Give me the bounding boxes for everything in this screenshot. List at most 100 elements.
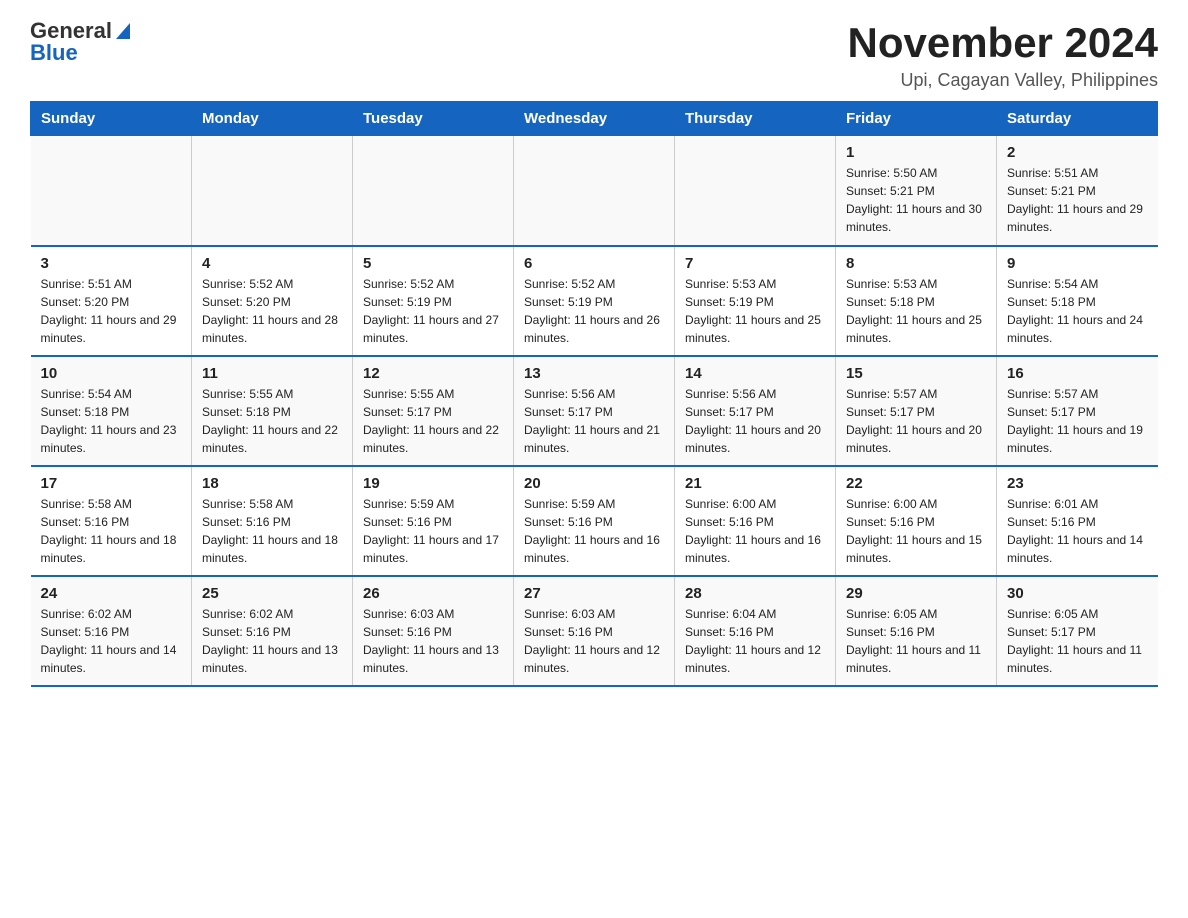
day-info: Sunrise: 5:51 AMSunset: 5:21 PMDaylight:… [1007,164,1148,236]
day-info: Sunrise: 5:54 AMSunset: 5:18 PMDaylight:… [1007,275,1148,347]
day-info: Sunrise: 5:56 AMSunset: 5:17 PMDaylight:… [524,385,664,457]
calendar-cell: 30 Sunrise: 6:05 AMSunset: 5:17 PMDayligh… [997,576,1158,686]
calendar-cell [353,136,514,246]
day-number: 30 [1007,585,1148,602]
weekday-header-wednesday: Wednesday [514,102,675,136]
day-info: Sunrise: 5:52 AMSunset: 5:19 PMDaylight:… [363,275,503,347]
day-info: Sunrise: 6:05 AMSunset: 5:17 PMDaylight:… [1007,605,1148,677]
day-number: 15 [846,365,986,382]
day-info: Sunrise: 5:56 AMSunset: 5:17 PMDaylight:… [685,385,825,457]
day-number: 16 [1007,365,1148,382]
page-subtitle: Upi, Cagayan Valley, Philippines [847,70,1158,91]
day-number: 27 [524,585,664,602]
day-number: 12 [363,365,503,382]
day-number: 19 [363,475,503,492]
day-number: 17 [41,475,182,492]
day-number: 11 [202,365,342,382]
day-info: Sunrise: 5:52 AMSunset: 5:20 PMDaylight:… [202,275,342,347]
calendar-cell: 22 Sunrise: 6:00 AMSunset: 5:16 PMDayligh… [836,466,997,576]
day-info: Sunrise: 5:58 AMSunset: 5:16 PMDaylight:… [202,495,342,567]
logo-triangle-icon [116,23,130,39]
calendar-cell: 25 Sunrise: 6:02 AMSunset: 5:16 PMDayligh… [192,576,353,686]
calendar-week-row: 17 Sunrise: 5:58 AMSunset: 5:16 PMDayligh… [31,466,1158,576]
calendar-cell: 24 Sunrise: 6:02 AMSunset: 5:16 PMDayligh… [31,576,192,686]
calendar-cell: 1 Sunrise: 5:50 AMSunset: 5:21 PMDaylight… [836,136,997,246]
day-number: 7 [685,255,825,272]
calendar-cell: 12 Sunrise: 5:55 AMSunset: 5:17 PMDayligh… [353,356,514,466]
calendar-table: SundayMondayTuesdayWednesdayThursdayFrid… [30,101,1158,687]
day-number: 28 [685,585,825,602]
day-number: 14 [685,365,825,382]
calendar-cell: 2 Sunrise: 5:51 AMSunset: 5:21 PMDaylight… [997,136,1158,246]
calendar-cell: 15 Sunrise: 5:57 AMSunset: 5:17 PMDayligh… [836,356,997,466]
calendar-cell: 13 Sunrise: 5:56 AMSunset: 5:17 PMDayligh… [514,356,675,466]
calendar-week-row: 24 Sunrise: 6:02 AMSunset: 5:16 PMDayligh… [31,576,1158,686]
page-title: November 2024 [847,20,1158,66]
day-info: Sunrise: 5:57 AMSunset: 5:17 PMDaylight:… [846,385,986,457]
day-info: Sunrise: 5:55 AMSunset: 5:17 PMDaylight:… [363,385,503,457]
day-info: Sunrise: 5:54 AMSunset: 5:18 PMDaylight:… [41,385,182,457]
day-number: 5 [363,255,503,272]
day-info: Sunrise: 5:53 AMSunset: 5:18 PMDaylight:… [846,275,986,347]
day-number: 26 [363,585,503,602]
calendar-cell: 3 Sunrise: 5:51 AMSunset: 5:20 PMDaylight… [31,246,192,356]
calendar-cell: 26Sunrise: 6:03 AMSunset: 5:16 PMDayligh… [353,576,514,686]
day-number: 29 [846,585,986,602]
calendar-cell: 5 Sunrise: 5:52 AMSunset: 5:19 PMDaylight… [353,246,514,356]
calendar-week-row: 10Sunrise: 5:54 AMSunset: 5:18 PMDayligh… [31,356,1158,466]
weekday-header-monday: Monday [192,102,353,136]
day-number: 13 [524,365,664,382]
calendar-cell [675,136,836,246]
title-area: November 2024 Upi, Cagayan Valley, Phili… [847,20,1158,91]
day-number: 6 [524,255,664,272]
calendar-cell: 28 Sunrise: 6:04 AMSunset: 5:16 PMDayligh… [675,576,836,686]
day-info: Sunrise: 5:51 AMSunset: 5:20 PMDaylight:… [41,275,182,347]
day-number: 2 [1007,144,1148,161]
day-info: Sunrise: 6:05 AMSunset: 5:16 PMDaylight:… [846,605,986,677]
calendar-cell: 14 Sunrise: 5:56 AMSunset: 5:17 PMDayligh… [675,356,836,466]
day-number: 21 [685,475,825,492]
calendar-cell: 8 Sunrise: 5:53 AMSunset: 5:18 PMDaylight… [836,246,997,356]
calendar-cell: 20Sunrise: 5:59 AMSunset: 5:16 PMDayligh… [514,466,675,576]
calendar-cell [514,136,675,246]
day-number: 1 [846,144,986,161]
day-info: Sunrise: 5:55 AMSunset: 5:18 PMDaylight:… [202,385,342,457]
day-number: 8 [846,255,986,272]
calendar-cell: 23 Sunrise: 6:01 AMSunset: 5:16 PMDayligh… [997,466,1158,576]
weekday-header-saturday: Saturday [997,102,1158,136]
day-info: Sunrise: 6:04 AMSunset: 5:16 PMDaylight:… [685,605,825,677]
day-info: Sunrise: 6:02 AMSunset: 5:16 PMDaylight:… [202,605,342,677]
header-area: General Blue November 2024 Upi, Cagayan … [30,20,1158,91]
weekday-header-friday: Friday [836,102,997,136]
calendar-cell: 19Sunrise: 5:59 AMSunset: 5:16 PMDayligh… [353,466,514,576]
calendar-week-row: 1 Sunrise: 5:50 AMSunset: 5:21 PMDaylight… [31,136,1158,246]
logo-blue-text: Blue [30,40,78,65]
weekday-header-sunday: Sunday [31,102,192,136]
calendar-cell: 17 Sunrise: 5:58 AMSunset: 5:16 PMDayligh… [31,466,192,576]
day-info: Sunrise: 6:02 AMSunset: 5:16 PMDaylight:… [41,605,182,677]
day-info: Sunrise: 5:58 AMSunset: 5:16 PMDaylight:… [41,495,182,567]
calendar-cell: 27 Sunrise: 6:03 AMSunset: 5:16 PMDayligh… [514,576,675,686]
day-info: Sunrise: 5:50 AMSunset: 5:21 PMDaylight:… [846,164,986,236]
day-number: 18 [202,475,342,492]
day-number: 22 [846,475,986,492]
calendar-cell: 18 Sunrise: 5:58 AMSunset: 5:16 PMDayligh… [192,466,353,576]
logo: General Blue [30,20,130,65]
day-number: 9 [1007,255,1148,272]
day-info: Sunrise: 6:01 AMSunset: 5:16 PMDaylight:… [1007,495,1148,567]
calendar-cell [192,136,353,246]
calendar-cell: 16Sunrise: 5:57 AMSunset: 5:17 PMDayligh… [997,356,1158,466]
day-number: 25 [202,585,342,602]
calendar-cell [31,136,192,246]
day-number: 4 [202,255,342,272]
day-info: Sunrise: 6:03 AMSunset: 5:16 PMDaylight:… [524,605,664,677]
calendar-cell: 29 Sunrise: 6:05 AMSunset: 5:16 PMDayligh… [836,576,997,686]
day-number: 23 [1007,475,1148,492]
weekday-header-thursday: Thursday [675,102,836,136]
day-info: Sunrise: 6:00 AMSunset: 5:16 PMDaylight:… [846,495,986,567]
day-number: 3 [41,255,182,272]
day-info: Sunrise: 6:00 AMSunset: 5:16 PMDaylight:… [685,495,825,567]
calendar-cell: 21 Sunrise: 6:00 AMSunset: 5:16 PMDayligh… [675,466,836,576]
weekday-header-tuesday: Tuesday [353,102,514,136]
day-number: 24 [41,585,182,602]
